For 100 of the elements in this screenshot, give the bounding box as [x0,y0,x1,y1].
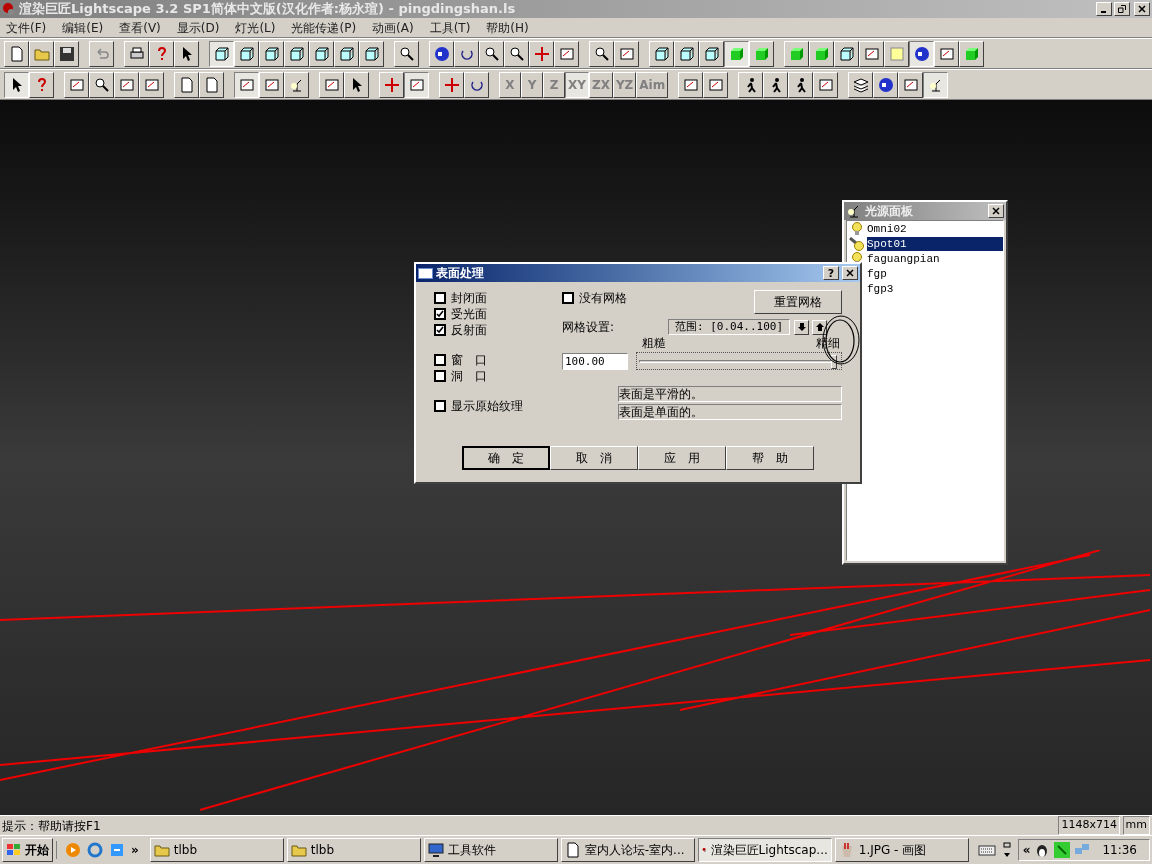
cube-icon [728,45,745,62]
dialog-button[interactable]: 确 定 [462,446,550,470]
cube-icon [313,45,330,62]
close-button[interactable] [1134,2,1150,16]
page-icon [203,76,220,93]
spotlight-icon [849,236,865,251]
mesh-slider[interactable] [636,352,842,370]
close-button[interactable] [988,204,1004,218]
magnifier-icon [508,45,525,62]
checkbox-label: 受光面 [451,306,487,323]
taskbar-button[interactable]: 室内人论坛-室内... [560,838,695,862]
dialog-button[interactable]: 取 消 [550,446,638,470]
tray-expand-button[interactable]: « [1022,841,1031,859]
windows-logo-icon [6,843,22,857]
page-icon [8,45,25,62]
menu-item[interactable]: 文件(F) [6,18,47,37]
light-list-item[interactable]: fgp3 [867,281,1003,296]
cube-icon [813,45,830,62]
minimize-button[interactable] [1096,2,1112,16]
help-button[interactable]: ? [823,266,839,280]
checkbox-label: 洞 口 [451,368,487,385]
checkbox[interactable] [434,324,446,336]
checkbox[interactable] [434,400,446,412]
menu-item[interactable]: 光能传递(P) [291,18,357,37]
toolbar-button[interactable] [4,71,29,98]
frame-icon [682,76,699,93]
move-icon [533,45,550,62]
checkbox[interactable] [434,292,446,304]
light-list-item[interactable]: faguangpian [867,251,1003,266]
square-icon [888,45,905,62]
viewport-size: 1148x714 [1057,816,1120,835]
restore-button[interactable] [1114,2,1130,16]
checkbox[interactable] [434,308,446,320]
frame-icon [143,76,160,93]
taskbar-button[interactable]: tlbb [149,838,284,862]
frame-icon [558,45,575,62]
page-icon [178,76,195,93]
cube-icon [838,45,855,62]
dialog-button[interactable]: 应 用 [638,446,726,470]
frame-icon [238,76,255,93]
media-player-icon[interactable] [65,842,81,858]
menu-item[interactable]: 显示(D) [176,18,220,37]
slider-thumb[interactable] [831,355,837,369]
taskbar-button[interactable]: 渲染巨匠Lightscap... [697,838,832,862]
monitor-icon [427,842,444,858]
folder-icon [153,842,170,858]
mesh-value-field[interactable]: 100.00 [562,352,628,370]
close-icon [1138,5,1146,13]
more-shortcuts-button[interactable]: » [131,841,139,859]
checkbox[interactable] [562,292,574,304]
cube-icon [788,45,805,62]
checkbox[interactable] [434,354,446,366]
toolbar-button[interactable] [909,40,934,67]
checkbox-label: 窗 口 [451,352,487,369]
keyboard-icon[interactable] [977,844,996,856]
frame-icon [323,76,340,93]
frame-icon [118,76,135,93]
frame-icon [68,76,85,93]
checkbox[interactable] [434,370,446,382]
frame-icon [938,45,955,62]
close-icon [846,269,854,277]
status-hint: 提示：帮助请按F1 [2,817,102,835]
frame-icon [902,76,919,93]
frame-icon [817,76,834,93]
taskbar-button[interactable]: 1.JPG - 画图 [834,838,969,862]
dialog-button[interactable]: 帮 助 [726,446,814,470]
light-list-item[interactable]: fgp [867,266,1003,281]
cube-icon [288,45,305,62]
cube-icon [963,45,980,62]
light-list-item[interactable]: Spot01 [867,236,1003,251]
cube-icon [753,45,770,62]
frame-icon [263,76,280,93]
panel-title: 光源面板 [865,203,913,220]
menu-item[interactable]: 动画(A) [372,18,414,37]
cube-icon [213,45,230,62]
frame-icon [707,76,724,93]
start-button[interactable]: 开始 [2,838,53,862]
clock: 11:36 [1101,842,1138,859]
taskbar-button[interactable]: tlbb [286,838,421,862]
menu-item[interactable]: 灯光(L) [235,18,276,37]
checkbox-label: 反射面 [451,322,487,339]
taskbar-button[interactable]: 工具软件 [423,838,558,862]
light-list-item[interactable]: Omni02 [867,221,1003,236]
increase-button[interactable] [812,319,828,335]
close-button[interactable] [842,266,858,280]
reset-mesh-button[interactable]: 重置网格 [754,290,842,314]
window-switch-icon[interactable] [1001,842,1012,858]
range-display: 范围: [0.04..100] [668,319,791,335]
decrease-button[interactable] [794,319,810,335]
menu-item[interactable]: 查看(V) [119,18,161,37]
menu-item[interactable]: 工具(T) [429,18,471,37]
printer-icon [128,45,145,62]
magnifier-icon [593,45,610,62]
checkbox-label: 显示原始纹理 [451,398,523,415]
magnifier-icon [93,76,110,93]
cube-icon [363,45,380,62]
menu-item[interactable]: 编辑(E) [62,18,104,37]
menu-item[interactable]: 帮助(H) [486,18,529,37]
app-shortcut-icon[interactable] [109,842,125,858]
page-icon [564,842,581,858]
